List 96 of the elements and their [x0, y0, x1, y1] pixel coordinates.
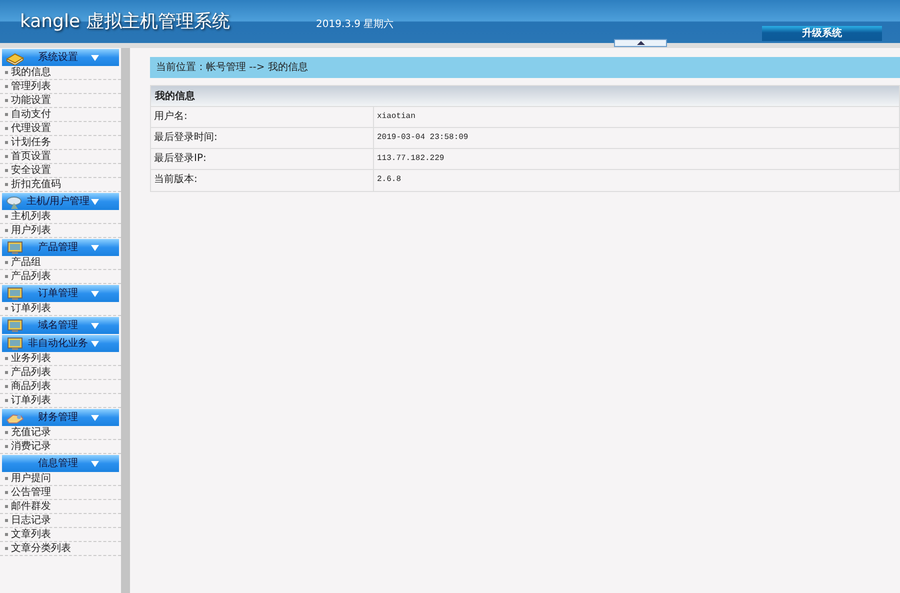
sidebar-link[interactable]: 计划任务	[11, 136, 51, 149]
sidebar-link[interactable]: 订单列表	[11, 394, 51, 407]
bullet-icon	[5, 399, 8, 402]
bullet-icon	[5, 85, 8, 88]
dropdown-arrow-icon	[91, 460, 99, 466]
bullet-icon	[5, 275, 8, 278]
sidebar-link[interactable]: 邮件群发	[11, 500, 51, 513]
field-value: xiaotian	[376, 111, 416, 123]
sidebar-link[interactable]: 主机列表	[11, 210, 51, 223]
bullet-icon	[5, 357, 8, 360]
bullet-icon	[5, 445, 8, 448]
monitor-icon	[5, 240, 25, 254]
bullet-icon	[5, 371, 8, 374]
bullet-icon	[5, 113, 8, 116]
sidebar-link[interactable]: 折扣充值码	[11, 178, 61, 191]
collapse-toggle[interactable]	[614, 39, 667, 47]
sidebar-link[interactable]: 业务列表	[11, 352, 51, 365]
bullet-icon	[5, 229, 8, 232]
bullet-icon	[5, 307, 8, 310]
sidebar-link[interactable]: 订单列表	[11, 302, 51, 315]
dropdown-arrow-icon	[91, 414, 99, 420]
sidebar-link[interactable]: 产品列表	[11, 270, 51, 283]
dropdown-arrow-icon	[91, 244, 99, 250]
up-arrow-icon	[636, 41, 644, 45]
dropdown-arrow-icon	[91, 290, 99, 296]
sidebar-link[interactable]: 首页设置	[11, 150, 51, 163]
field-value: 2019-03-04 23:58:09	[376, 132, 468, 144]
sidebar-link[interactable]: 用户提问	[11, 472, 51, 485]
sidebar-link[interactable]: 代理设置	[11, 122, 51, 135]
bullet-icon	[5, 215, 8, 218]
field-value: 113.77.182.229	[376, 153, 444, 165]
bullet-icon	[5, 385, 8, 388]
bullet-icon	[5, 141, 8, 144]
sidebar-link[interactable]: 文章分类列表	[11, 542, 71, 555]
section-title[interactable]: 订单管理	[25, 286, 91, 301]
sidebar-link[interactable]: 产品列表	[11, 366, 51, 379]
sidebar-link[interactable]: 消费记录	[11, 440, 51, 453]
bullet-icon	[5, 169, 8, 172]
sidebar-link[interactable]: 自动支付	[11, 108, 51, 121]
section-header[interactable]: 系统设置	[2, 49, 119, 66]
sidebar-link[interactable]: 充值记录	[11, 426, 51, 439]
field-label: 当前版本:	[151, 170, 374, 191]
bullet-icon	[5, 519, 8, 522]
app-title: kangle 虚拟主机管理系统	[20, 10, 230, 34]
section-header[interactable]: 财务管理	[2, 409, 119, 426]
bullet-icon	[5, 491, 8, 494]
sidebar-link[interactable]: 产品组	[11, 256, 41, 269]
breadcrumb: 当前位置：帐号管理 --> 我的信息	[150, 57, 900, 78]
bullet-icon	[5, 71, 8, 74]
section-title[interactable]: 产品管理	[25, 240, 91, 255]
sidebar-link[interactable]: 用户列表	[11, 224, 51, 237]
section-title[interactable]: 非自动化业务	[25, 336, 91, 351]
book-icon	[5, 50, 25, 64]
section-title[interactable]: 财务管理	[25, 410, 91, 425]
bullet-icon	[5, 533, 8, 536]
sidebar-link[interactable]: 功能设置	[11, 94, 51, 107]
dropdown-arrow-icon	[91, 340, 99, 346]
bullet-icon	[5, 261, 8, 264]
dropdown-arrow-icon	[91, 54, 99, 60]
section-header[interactable]: 非自动化业务	[2, 335, 119, 352]
bullet-icon	[5, 431, 8, 434]
bullet-icon	[5, 127, 8, 130]
sidebar-link[interactable]: 管理列表	[11, 80, 51, 93]
field-value: 2.6.8	[376, 174, 402, 186]
bullet-icon	[5, 183, 8, 186]
field-label: 最后登录IP:	[151, 149, 374, 169]
bullet-icon	[5, 505, 8, 508]
section-title[interactable]: 系统设置	[25, 50, 91, 65]
sidebar-link[interactable]: 安全设置	[11, 164, 51, 177]
monitor-icon	[5, 286, 25, 300]
field-label: 最后登录时间:	[151, 128, 374, 148]
dropdown-arrow-icon	[91, 198, 99, 204]
section-title[interactable]: 域名管理	[25, 318, 91, 333]
bullet-icon	[5, 155, 8, 158]
monitor-icon	[5, 318, 25, 332]
sidebar-link[interactable]: 商品列表	[11, 380, 51, 393]
bullet-icon	[5, 477, 8, 480]
section-header[interactable]: 域名管理	[2, 317, 119, 334]
sidebar-link[interactable]: 日志记录	[11, 514, 51, 527]
dropdown-arrow-icon	[91, 322, 99, 328]
section-header[interactable]: 主机/用户管理	[2, 193, 119, 210]
section-header[interactable]: 订单管理	[2, 285, 119, 302]
section-header[interactable]: 信息管理	[2, 455, 119, 472]
bullet-icon	[5, 547, 8, 550]
upgrade-button[interactable]: 升级系统	[762, 26, 882, 41]
date-text: 2019.3.9 星期六	[316, 18, 394, 32]
monitor-icon	[5, 336, 25, 350]
section-title[interactable]: 主机/用户管理	[25, 194, 91, 209]
section-title[interactable]: 信息管理	[25, 456, 91, 471]
sidebar-link[interactable]: 我的信息	[11, 66, 51, 79]
bullet-icon	[5, 99, 8, 102]
section-header[interactable]: 产品管理	[2, 239, 119, 256]
sidebar-link[interactable]: 公告管理	[11, 486, 51, 499]
sidebar-link[interactable]: 文章列表	[11, 528, 51, 541]
table-title: 我的信息	[151, 86, 899, 107]
field-label: 用户名:	[151, 107, 374, 127]
